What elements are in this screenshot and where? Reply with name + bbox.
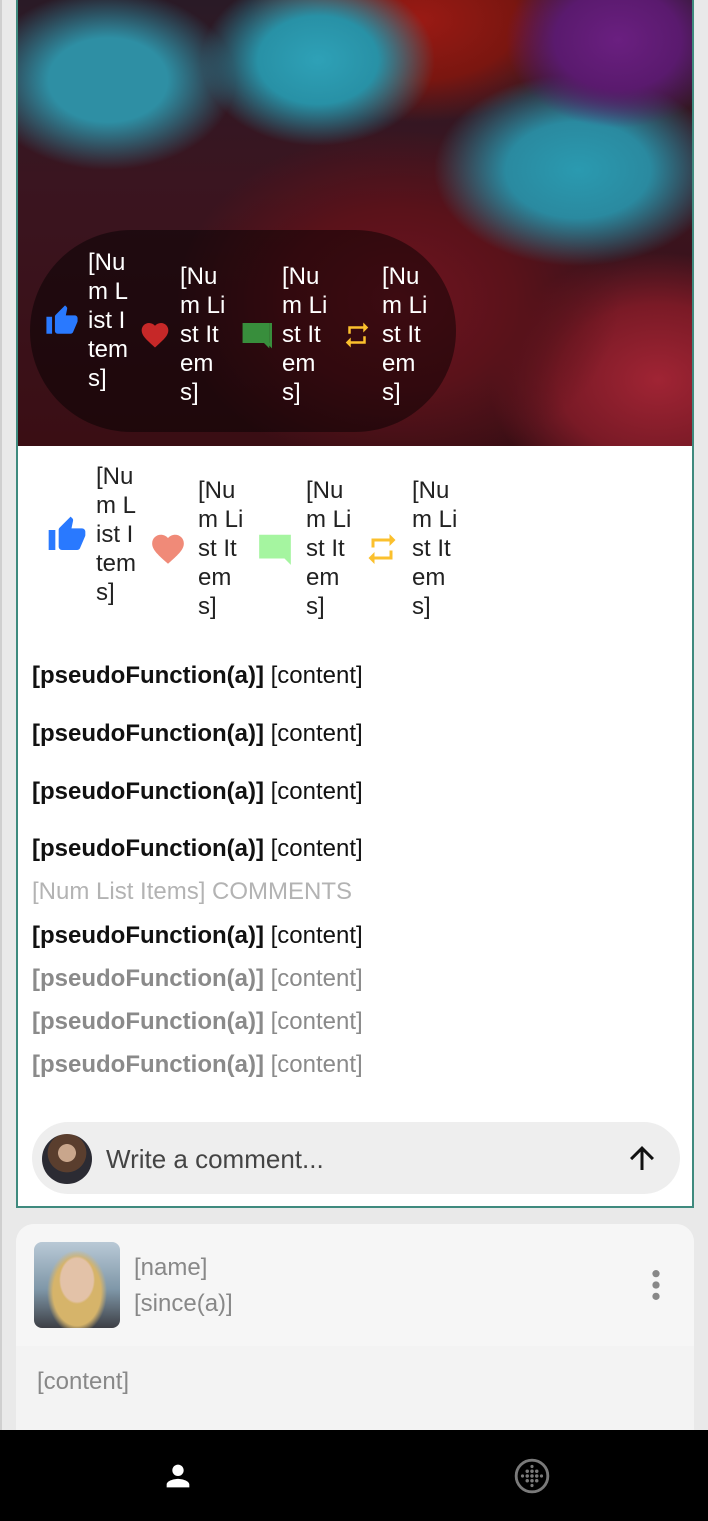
hero-comment-stat[interactable]: [Num List Items] — [240, 262, 328, 407]
nav-explore[interactable] — [508, 1452, 556, 1500]
person-icon — [166, 1464, 190, 1488]
post-line: [pseudoFunction(a)] [content] — [32, 834, 363, 864]
globe-icon — [514, 1458, 550, 1494]
nav-profile[interactable] — [154, 1452, 202, 1500]
comment-content: [content] — [270, 1008, 363, 1035]
comment-item: [pseudoFunction(a)] [content] — [32, 964, 363, 994]
post-header: [name] [since(a)] — [16, 1224, 694, 1346]
post-image: [Num List Items] [Num List Items] [Num L… — [18, 0, 692, 446]
comment-item: [pseudoFunction(a)] [content] — [32, 1050, 363, 1080]
heart-icon — [152, 534, 184, 564]
hero-comment-count: [Num List Items] — [282, 263, 328, 406]
comment-content: [content] — [270, 965, 363, 992]
comment-content: [content] — [270, 922, 363, 949]
hero-repost-count: [Num List Items] — [382, 263, 428, 406]
post-line: [pseudoFunction(a)] [content] — [32, 777, 363, 807]
hero-like-count: [Num List Items] — [88, 249, 129, 392]
line-function: [pseudoFunction(a)] — [32, 835, 264, 862]
comment-item: [pseudoFunction(a)] [content] — [32, 1007, 363, 1037]
avatar[interactable] — [34, 1242, 120, 1328]
repost-stat[interactable]: [Num List Items] — [364, 476, 458, 621]
hero-repost-stat[interactable]: [Num List Items] — [342, 262, 428, 407]
repost-icon — [345, 322, 369, 347]
comment-content: [content] — [270, 1051, 363, 1078]
author-name: [name] — [134, 1254, 208, 1281]
comment-item: [pseudoFunction(a)] [content] — [32, 921, 363, 951]
like-count: [Num List Items] — [96, 463, 137, 606]
hero-heart-stat[interactable]: [Num List Items] — [138, 262, 226, 407]
post-time: [since(a)] — [134, 1290, 233, 1317]
post-line: [pseudoFunction(a)] [content] — [32, 661, 363, 691]
avatar — [42, 1134, 92, 1184]
thumbs-up-icon — [48, 516, 86, 550]
line-content: [content] — [270, 720, 363, 747]
repost-count: [Num List Items] — [412, 477, 458, 620]
hero-like-stat[interactable]: [Num List Items] — [44, 248, 128, 393]
comment-icon — [259, 534, 291, 565]
line-content: [content] — [270, 835, 363, 862]
thumbs-up-icon — [46, 304, 78, 334]
page-edge — [0, 0, 2, 1430]
line-content: [content] — [270, 662, 363, 689]
heart-icon — [141, 322, 169, 347]
comment-function: [pseudoFunction(a)] — [32, 922, 264, 949]
comments-count[interactable]: [Num List Items] COMMENTS — [32, 877, 352, 907]
heart-count: [Num List Items] — [198, 477, 244, 620]
comment-function: [pseudoFunction(a)] — [32, 1008, 264, 1035]
comment-composer — [32, 1122, 680, 1196]
comment-function: [pseudoFunction(a)] — [32, 965, 264, 992]
hero-heart-count: [Num List Items] — [180, 263, 226, 406]
line-function: [pseudoFunction(a)] — [32, 720, 264, 747]
heart-stat[interactable]: [Num List Items] — [148, 476, 244, 621]
like-stat[interactable]: [Num List Items] — [46, 462, 136, 607]
post-card: [Num List Items] [Num List Items] [Num L… — [16, 0, 694, 1208]
line-function: [pseudoFunction(a)] — [32, 778, 264, 805]
comment-stat[interactable]: [Num List Items] — [256, 476, 352, 621]
line-function: [pseudoFunction(a)] — [32, 662, 264, 689]
comment-function: [pseudoFunction(a)] — [32, 1051, 264, 1078]
post-card-2: [name] [since(a)] [content] — [16, 1224, 694, 1430]
post-line: [pseudoFunction(a)] [content] — [32, 719, 363, 749]
repost-icon — [368, 533, 396, 564]
comment-icon — [242, 322, 272, 348]
post-content: [content] — [37, 1368, 130, 1395]
bottom-navigation — [0, 1430, 708, 1521]
hero-stats-overlay: [Num List Items] [Num List Items] [Num L… — [30, 230, 456, 432]
comment-count: [Num List Items] — [306, 477, 352, 620]
line-content: [content] — [270, 778, 363, 805]
more-vert-icon[interactable] — [646, 1268, 666, 1302]
arrow-up-icon[interactable] — [624, 1140, 660, 1176]
comment-input[interactable] — [104, 1122, 608, 1196]
